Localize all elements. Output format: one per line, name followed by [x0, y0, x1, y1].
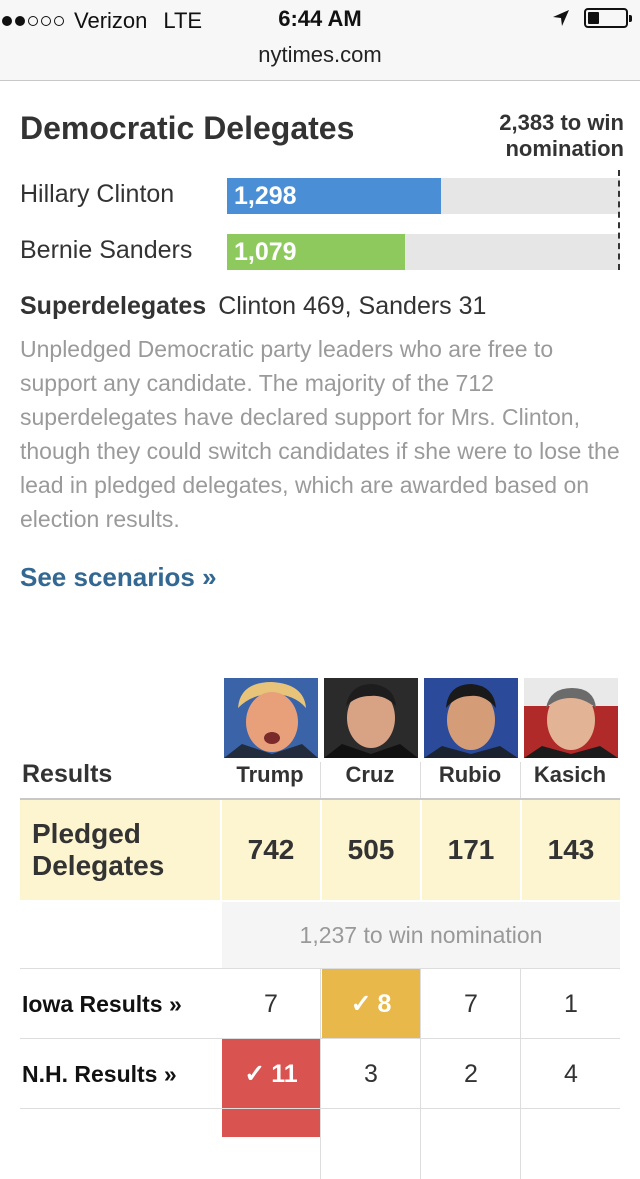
win-threshold-line1: 2,383 to win	[499, 110, 624, 135]
trump-photo	[224, 678, 318, 758]
gop-win-threshold: 1,237 to win nomination	[222, 902, 620, 968]
cell-divider	[420, 1109, 421, 1179]
cell-divider	[520, 1039, 521, 1109]
address-bar-url[interactable]: nytimes.com	[0, 42, 640, 68]
delegate-bar-track: 1,079	[227, 234, 620, 270]
superdelegates-label: Superdelegates	[20, 292, 207, 320]
cell-value: 11	[271, 1060, 298, 1088]
cruz-photo	[324, 678, 418, 758]
column-divider	[520, 762, 521, 798]
cell-value: 7	[264, 990, 278, 1018]
kasich-photo	[524, 678, 618, 758]
cell-divider	[320, 1039, 321, 1109]
pledged-delegates-row: Pledged Delegates 742 505 171 143	[20, 800, 620, 900]
delegate-count: 1,298	[234, 182, 297, 210]
win-threshold-line2: nomination	[505, 136, 624, 161]
delegate-count: 1,079	[234, 238, 297, 266]
cell-divider	[420, 969, 421, 1039]
candidate-row-clinton: Hillary Clinton 1,298	[20, 178, 620, 214]
nh-kasich-cell: 4	[522, 1039, 620, 1109]
iowa-results-link[interactable]: Iowa Results »	[22, 991, 182, 1018]
democratic-delegates-title: Democratic Delegates	[20, 110, 355, 146]
state-row-next-partial	[20, 1108, 620, 1179]
superdelegates-summary: Superdelegates Clinton 469, Sanders 31	[20, 292, 486, 321]
rubio-photo	[424, 678, 518, 758]
cell-value: 4	[564, 1060, 578, 1088]
win-threshold-marker	[618, 170, 620, 270]
cell-divider	[420, 1039, 421, 1109]
pledged-value-cruz: 505	[347, 834, 395, 865]
pledged-label-line2: Delegates	[32, 850, 165, 881]
candidate-header-trump: Trump	[236, 762, 304, 787]
win-threshold-note: 2,383 to win nomination	[499, 110, 624, 162]
candidate-row-sanders: Bernie Sanders 1,079	[20, 234, 620, 270]
candidate-header-cruz: Cruz	[345, 762, 395, 787]
pledged-value-kasich: 143	[547, 834, 595, 865]
superdelegates-counts: Clinton 469, Sanders 31	[218, 292, 487, 320]
cell-value: 2	[464, 1060, 478, 1088]
battery-icon	[584, 8, 632, 28]
cell-divider	[320, 969, 321, 1039]
cell-value: 8	[377, 990, 392, 1018]
pledged-value-rubio: 171	[447, 834, 495, 865]
cell-value: 7	[464, 990, 478, 1018]
cell-divider	[320, 1109, 321, 1179]
location-arrow-icon	[553, 10, 569, 26]
column-divider	[320, 762, 321, 798]
candidate-name: Bernie Sanders	[20, 236, 193, 264]
cell-value: 3	[364, 1060, 378, 1088]
see-scenarios-link[interactable]: See scenarios »	[20, 562, 217, 593]
state-row-iowa: Iowa Results » 7 ✓ 8 7 1	[20, 968, 620, 1039]
clock: 6:44 AM	[278, 6, 362, 31]
next-trump-cell-winner	[222, 1109, 320, 1137]
superdelegates-description: Unpledged Democratic party leaders who a…	[20, 336, 620, 532]
checkmark-icon: ✓	[244, 1060, 266, 1088]
candidate-header-rubio: Rubio	[438, 762, 502, 787]
column-divider	[420, 762, 421, 798]
iowa-trump-cell: 7	[222, 969, 320, 1039]
delegate-bar-fill: 1,079	[227, 234, 405, 270]
cell-divider	[520, 969, 521, 1039]
pledged-label-line1: Pledged	[32, 818, 141, 849]
nh-trump-cell-winner: ✓ 11	[222, 1039, 320, 1109]
delegate-bar-track: 1,298	[227, 178, 620, 214]
iowa-cruz-cell-winner: ✓ 8	[322, 969, 420, 1039]
checkmark-icon: ✓	[350, 990, 372, 1018]
delegate-bar-fill: 1,298	[227, 178, 441, 214]
cell-value: 1	[564, 990, 578, 1018]
candidate-name: Hillary Clinton	[20, 180, 175, 208]
nh-cruz-cell: 3	[322, 1039, 420, 1109]
cell-divider	[520, 1109, 521, 1179]
nh-results-link[interactable]: N.H. Results »	[22, 1061, 177, 1088]
results-label: Results	[22, 760, 113, 788]
candidate-header-kasich: Kasich	[533, 762, 607, 787]
pledged-delegates-label: Pledged Delegates	[32, 818, 164, 882]
status-bar: Verizon LTE 6:44 AM nytimes.com	[0, 0, 640, 81]
nh-rubio-cell: 2	[422, 1039, 520, 1109]
pledged-value-trump: 742	[247, 834, 295, 865]
iowa-kasich-cell: 1	[522, 969, 620, 1039]
iowa-rubio-cell: 7	[422, 969, 520, 1039]
state-row-nh: N.H. Results » ✓ 11 3 2 4	[20, 1038, 620, 1109]
